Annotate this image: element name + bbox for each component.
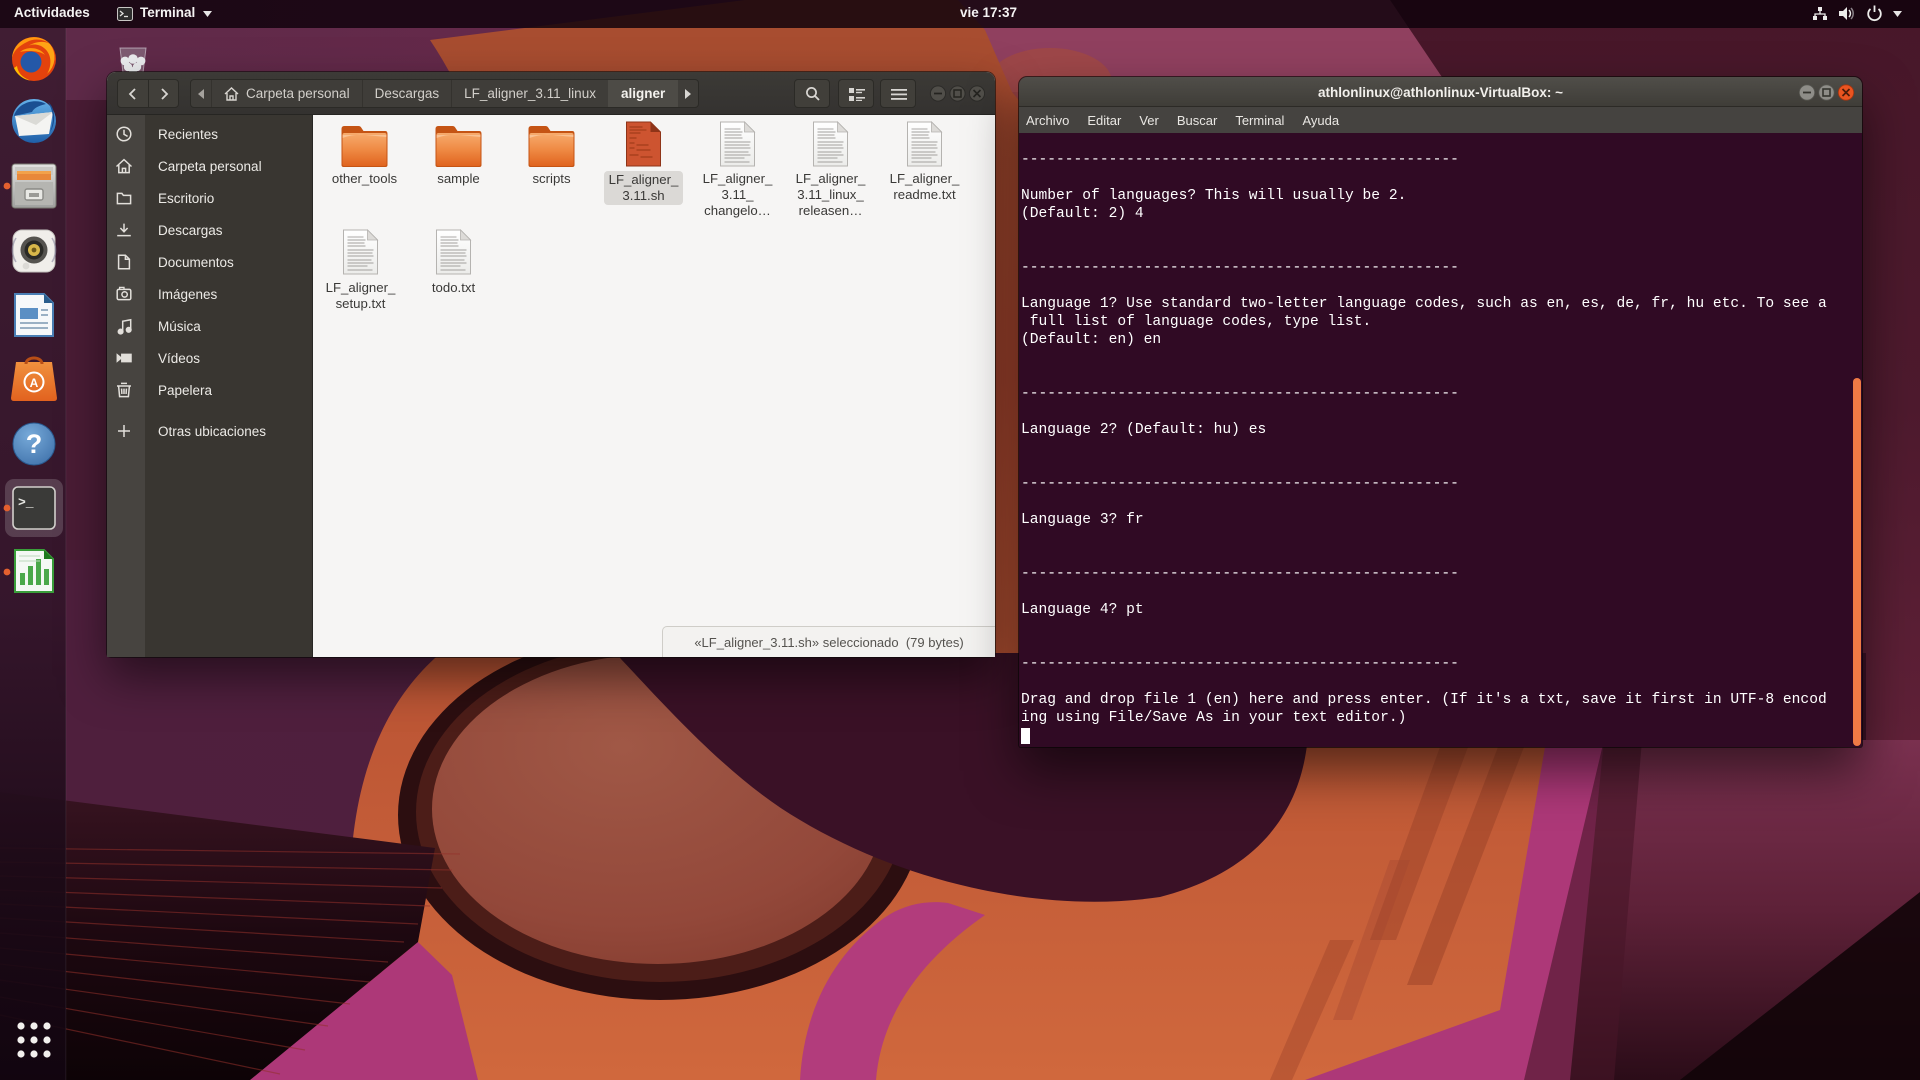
svg-text:Escritorio: Escritorio xyxy=(158,191,214,206)
svg-text:Vídeos: Vídeos xyxy=(158,351,200,366)
svg-text:Otras ubicaciones: Otras ubicaciones xyxy=(158,424,266,439)
svg-text:Documentos: Documentos xyxy=(158,255,234,270)
svg-text:Recientes: Recientes xyxy=(158,127,218,142)
svg-text:A: A xyxy=(30,376,39,390)
svg-text:Papelera: Papelera xyxy=(158,383,213,398)
svg-text:Descargas: Descargas xyxy=(158,223,223,238)
svg-text:Imágenes: Imágenes xyxy=(158,287,218,302)
svg-text:>_: >_ xyxy=(18,495,34,510)
svg-text:Carpeta personal: Carpeta personal xyxy=(158,159,262,174)
svg-text:?: ? xyxy=(26,429,43,459)
svg-text:Música: Música xyxy=(158,319,201,334)
